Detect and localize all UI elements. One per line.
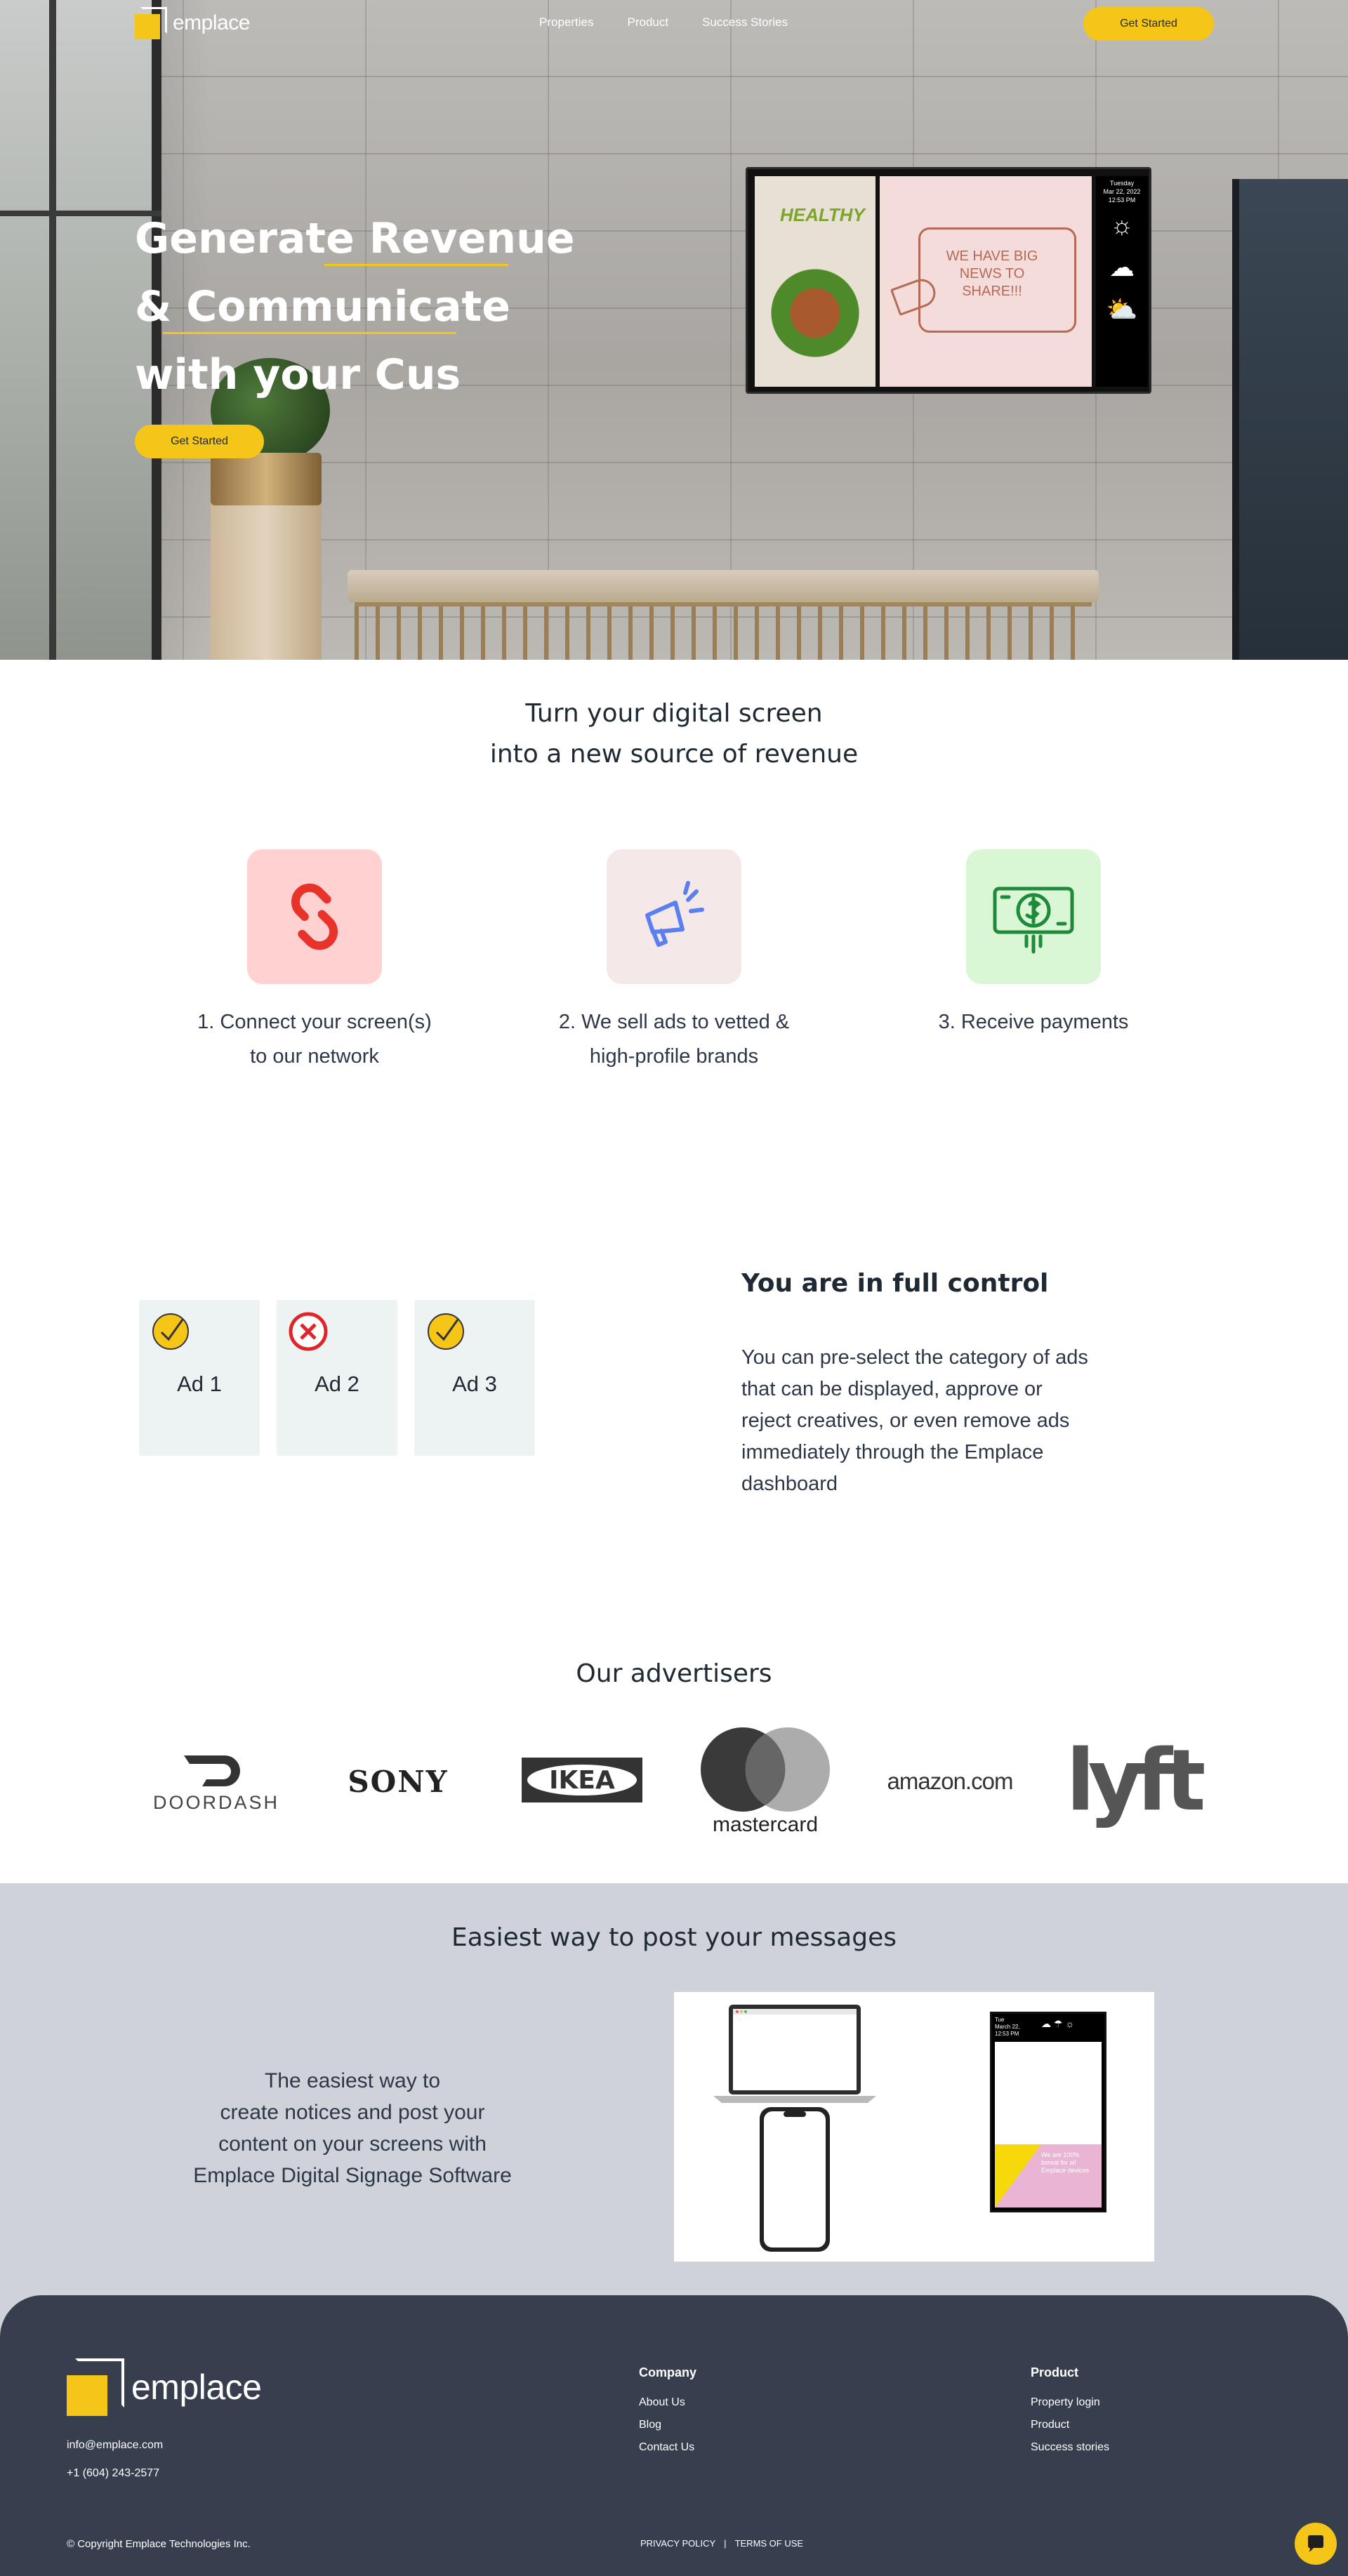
partly-cloudy-icon: ⛅ bbox=[1106, 295, 1138, 324]
nav-link-product[interactable]: Product bbox=[627, 15, 668, 29]
hero-title: Generate Revenue & Communicate with your… bbox=[135, 205, 575, 409]
hero-doorway bbox=[1232, 179, 1348, 660]
footer-link-property-login[interactable]: Property login bbox=[1031, 2391, 1109, 2414]
footer-email-link[interactable]: info@emplace.com bbox=[67, 2439, 163, 2452]
lyft-logo: lyft bbox=[1066, 1732, 1206, 1830]
nav-get-started-button[interactable]: Get Started bbox=[1083, 7, 1214, 41]
approved-check-icon bbox=[428, 1313, 464, 1350]
footer-legal-links: PRIVACY POLICY | TERMS OF USE bbox=[640, 2538, 803, 2549]
hero-section: HEALTHY WE HAVE BIG NEWS TO SHARE!!! Tue… bbox=[0, 0, 1348, 660]
screen-news-panel: WE HAVE BIG NEWS TO SHARE!!! bbox=[880, 176, 1092, 387]
screen-date: Tuesday Mar 22, 2022 12:53 PM bbox=[1103, 180, 1141, 204]
step-tile-connect bbox=[247, 849, 382, 984]
screen-healthy-text: HEALTHY bbox=[780, 204, 865, 225]
step-receive: 3. Receive payments bbox=[886, 849, 1181, 1040]
logo-mark-icon bbox=[67, 2358, 124, 2416]
chat-bubble-icon bbox=[1308, 2535, 1323, 2552]
hero-title-underline bbox=[163, 332, 456, 334]
hero-title-line-3: with your Cus bbox=[135, 350, 461, 399]
amazon-logo: amazon.com bbox=[887, 1768, 1014, 1794]
nav-links: Properties Product Success Stories bbox=[539, 15, 788, 29]
ad-card-label: Ad 2 bbox=[315, 1372, 359, 1396]
step-connect-text: 1. Connect your screen(s) to our network bbox=[197, 1011, 432, 1068]
step-sell: 2. We sell ads to vetted & high-profile … bbox=[527, 849, 821, 1074]
footer-legal-separator: | bbox=[724, 2538, 727, 2549]
laptop-icon bbox=[713, 2005, 876, 2103]
control-heading: You are in full control bbox=[741, 1269, 1049, 1298]
post-body: The easiest way to create notices and po… bbox=[193, 2069, 512, 2187]
footer-link-success-stories[interactable]: Success stories bbox=[1031, 2436, 1109, 2459]
footer-link-about-us[interactable]: About Us bbox=[639, 2391, 696, 2414]
chat-widget-button[interactable] bbox=[1295, 2523, 1337, 2565]
step-sell-text: 2. We sell ads to vetted & high-profile … bbox=[558, 1011, 790, 1068]
control-body: You can pre-select the category of ads t… bbox=[741, 1346, 1088, 1495]
hero-planter bbox=[211, 453, 322, 660]
portrait-screen-mockup: Tue March 22, 12:53 PM ☁ ☂ ☼ We are 100%… bbox=[990, 2012, 1106, 2212]
mastercard-logo: mastercard bbox=[695, 1725, 835, 1838]
doordash-dash-icon bbox=[184, 1755, 240, 1786]
logo-text: emplace bbox=[173, 11, 250, 34]
footer-link-privacy-policy[interactable]: PRIVACY POLICY bbox=[640, 2538, 715, 2549]
footer-link-terms-of-use[interactable]: TERMS OF USE bbox=[735, 2538, 804, 2549]
ad-card-3[interactable]: Ad 3 bbox=[414, 1300, 535, 1456]
ad-card-label: Ad 1 bbox=[177, 1372, 222, 1396]
yellow-triangle-decoration bbox=[995, 2144, 1041, 2207]
nav-link-success-stories[interactable]: Success Stories bbox=[702, 15, 788, 29]
hero-get-started-button[interactable]: Get Started bbox=[135, 425, 264, 458]
footer-link-contact-us[interactable]: Contact Us bbox=[639, 2436, 696, 2459]
top-navigation: emplace Properties Product Success Stori… bbox=[0, 0, 1348, 49]
ad-card-1[interactable]: Ad 1 bbox=[139, 1300, 260, 1456]
footer-logo[interactable]: emplace bbox=[67, 2358, 262, 2416]
smartphone-icon bbox=[760, 2107, 830, 2252]
footer-logo-text: emplace bbox=[131, 2368, 262, 2407]
link-icon bbox=[291, 883, 338, 950]
footer-product-column: Product Property login Product Success s… bbox=[1031, 2365, 1109, 2459]
hero-screen-mockup: HEALTHY WE HAVE BIG NEWS TO SHARE!!! Tue… bbox=[746, 167, 1151, 394]
footer-company-column: Company About Us Blog Contact Us bbox=[639, 2365, 696, 2459]
megaphone-icon bbox=[645, 881, 704, 947]
footer-product-heading: Product bbox=[1031, 2365, 1079, 2379]
footer-copyright: © Copyright Emplace Technologies Inc. bbox=[67, 2538, 251, 2550]
ad-card-2[interactable]: Ad 2 bbox=[277, 1300, 397, 1456]
sun-icon: ☼ bbox=[1110, 211, 1134, 239]
nav-link-properties[interactable]: Properties bbox=[539, 15, 593, 29]
advertisers-title: Our advertisers bbox=[576, 1659, 772, 1688]
screen-news-text: WE HAVE BIG NEWS TO SHARE!!! bbox=[946, 248, 1038, 299]
doordash-logo: DOORDASH bbox=[144, 1744, 289, 1821]
approved-check-icon bbox=[152, 1313, 189, 1350]
money-icon bbox=[993, 887, 1074, 954]
hero-title-line-2: & Communicate bbox=[135, 273, 575, 341]
footer-phone-link[interactable]: +1 (604) 243-2577 bbox=[67, 2467, 159, 2480]
devices-illustration: Tue March 22, 12:53 PM ☁ ☂ ☼ We are 100%… bbox=[674, 1992, 1154, 2262]
hero-bench bbox=[348, 570, 1099, 660]
ad-card-label: Ad 3 bbox=[452, 1372, 497, 1396]
footer-company-heading: Company bbox=[639, 2365, 697, 2379]
mastercard-circles-icon bbox=[701, 1727, 830, 1812]
rejected-x-icon bbox=[289, 1312, 328, 1351]
step-tile-receive bbox=[966, 849, 1101, 984]
post-title: Easiest way to post your messages bbox=[451, 1923, 897, 1952]
logo-mark-icon bbox=[135, 7, 167, 39]
hero-title-underline bbox=[324, 264, 508, 266]
logo[interactable]: emplace bbox=[135, 7, 250, 39]
step-receive-text: 3. Receive payments bbox=[938, 1011, 1129, 1033]
portrait-weather-icons: ☁ ☂ ☼ bbox=[1041, 2018, 1075, 2029]
rain-cloud-icon: ☁ bbox=[1109, 253, 1135, 281]
footer-link-product[interactable]: Product bbox=[1031, 2414, 1109, 2436]
sony-logo: SONY bbox=[348, 1764, 449, 1799]
step-tile-sell bbox=[607, 849, 741, 984]
screen-weather-panel: Tuesday Mar 22, 2022 12:53 PM ☼ ☁ ⛅ bbox=[1096, 176, 1148, 387]
ikea-logo: IKEA bbox=[517, 1756, 647, 1804]
footer: emplace info@emplace.com +1 (604) 243-25… bbox=[0, 2295, 1348, 2576]
hero-title-line-1: Generate Revenue bbox=[135, 205, 575, 273]
how-title: Turn your digital screen into a new sour… bbox=[489, 699, 859, 769]
footer-link-blog[interactable]: Blog bbox=[639, 2414, 696, 2436]
step-connect: 1. Connect your screen(s) to our network bbox=[167, 849, 462, 1074]
portrait-screen-message: We are 100% boreal for all Emplace devic… bbox=[995, 2144, 1102, 2207]
screen-food-ad: HEALTHY bbox=[755, 176, 875, 387]
